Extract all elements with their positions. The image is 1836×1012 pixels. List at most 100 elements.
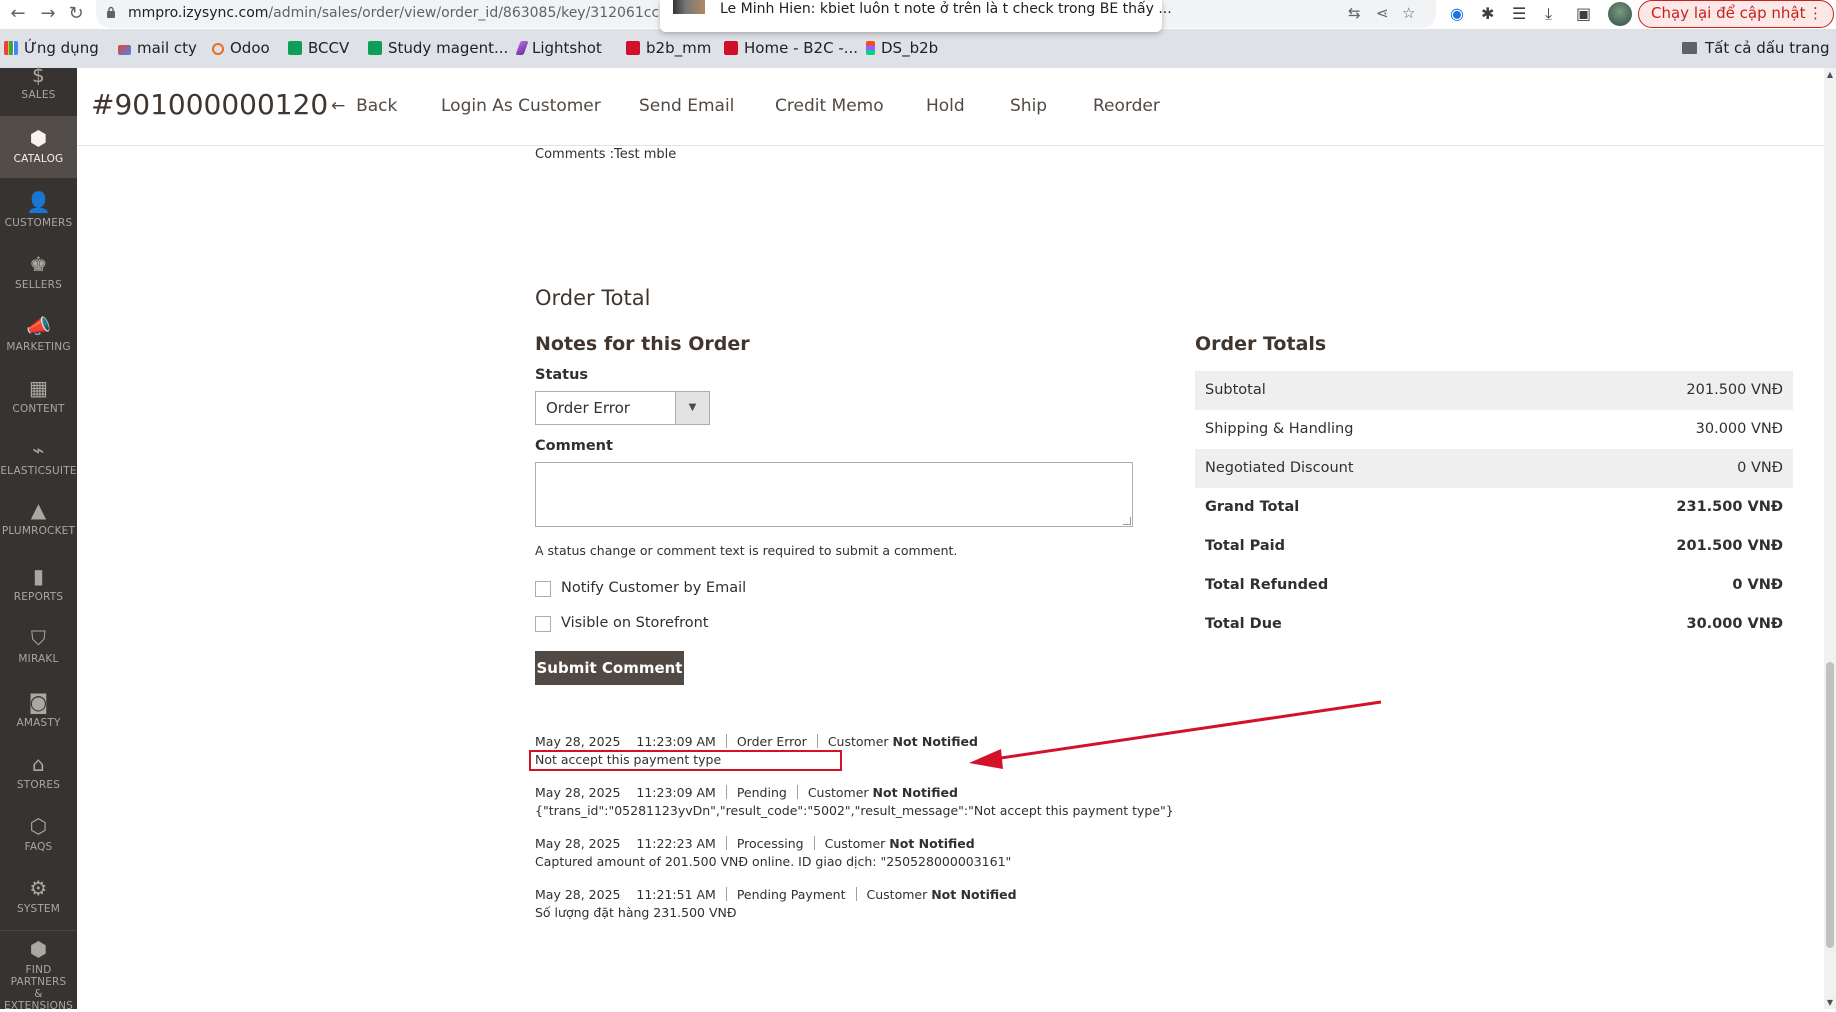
- sidebar-item-label: MARKETING: [6, 341, 71, 353]
- extension-circle-icon[interactable]: ◉: [1450, 4, 1464, 23]
- chat-notification[interactable]: Le Minh Hien: kbiet luôn t note ở trên l…: [660, 0, 1172, 32]
- bookmark-label: Home - B2C -...: [744, 39, 859, 57]
- totals-row: Shipping & Handling 30.000 VNĐ: [1195, 410, 1793, 449]
- update-button[interactable]: Chạy lại để cập nhật ⋮: [1638, 0, 1834, 28]
- sidebar-item-faqs[interactable]: ⬡ FAQS: [0, 804, 77, 862]
- sidebar-item-sellers[interactable]: ♚ SELLERS: [0, 244, 77, 302]
- history-time: 11:23:09 AM: [636, 734, 716, 749]
- credit-memo-button[interactable]: Credit Memo: [775, 96, 884, 116]
- elasticsuite-icon: ⌁: [32, 438, 45, 462]
- sidebar-item-marketing[interactable]: 📣 MARKETING: [0, 306, 77, 364]
- history-time: 11:23:09 AM: [636, 785, 716, 800]
- scroll-down-icon[interactable]: ▼: [1826, 998, 1834, 1007]
- totals-label: Negotiated Discount: [1205, 460, 1354, 476]
- status-select[interactable]: Order Error ▼: [535, 391, 710, 425]
- comment-label: Comment: [535, 438, 613, 454]
- share-icon[interactable]: ⋖: [1376, 4, 1389, 22]
- resize-handle[interactable]: [1123, 517, 1131, 525]
- sidebar-item-amasty[interactable]: ◙ AMASTY: [0, 680, 77, 738]
- page-scrollbar[interactable]: ▲ ▼: [1824, 68, 1836, 1009]
- back-arrow-icon[interactable]: ←: [6, 2, 30, 26]
- history-date: May 28, 2025: [535, 887, 621, 902]
- download-icon[interactable]: ⤓: [1545, 4, 1552, 24]
- comment-textarea[interactable]: [535, 462, 1133, 527]
- plumrocket-icon: ▲: [30, 498, 47, 522]
- sidebar-item-label: AMASTY: [16, 717, 61, 729]
- bookmark-label: mail cty: [137, 39, 197, 57]
- totals-label: Grand Total: [1205, 499, 1300, 515]
- send-email-button[interactable]: Send Email: [639, 96, 734, 116]
- sidebar-item-partners[interactable]: ⬢ FIND PARTNERS & EXTENSIONS: [0, 930, 77, 1012]
- sidebar-item-mirakl[interactable]: ⛉ MIRAKL: [0, 618, 77, 676]
- side-panel-icon[interactable]: ▣: [1576, 4, 1591, 23]
- page-actions-header: #901000000120 ← Back Login As Customer S…: [77, 68, 1824, 146]
- reorder-button[interactable]: Reorder: [1093, 96, 1160, 116]
- sidebar-item-plumrocket[interactable]: ▲ PLUMROCKET: [0, 492, 77, 550]
- bookmark-label: b2b_mm: [646, 39, 712, 57]
- sidebar-item-reports[interactable]: ▮ REPORTS: [0, 556, 77, 614]
- sidebar-item-customers[interactable]: 👤 CUSTOMERS: [0, 182, 77, 240]
- sidebar-item-label: CATALOG: [13, 153, 64, 165]
- bookmark-study[interactable]: Study magent...: [368, 39, 508, 57]
- bookmark-mail[interactable]: mail cty: [118, 39, 197, 57]
- notify-customer-checkbox[interactable]: [535, 581, 551, 597]
- sidebar-item-content[interactable]: ▦ CONTENT: [0, 368, 77, 426]
- sidebar-item-catalog[interactable]: ⬢ CATALOG: [0, 116, 77, 178]
- bookmark-lightshot[interactable]: Lightshot: [515, 39, 602, 57]
- notification-thumbnail: [673, 0, 705, 14]
- chevron-down-icon: ▼: [675, 392, 709, 424]
- star-icon[interactable]: ☆: [1402, 4, 1415, 22]
- totals-row: Subtotal 201.500 VNĐ: [1195, 371, 1793, 410]
- reload-icon[interactable]: ↻: [64, 2, 88, 26]
- sidebar-item-elasticsuite[interactable]: ⌁ ELASTICSUITE: [0, 430, 77, 488]
- history-entry: May 28, 2025 11:21:51 AM Pending Payment C…: [535, 887, 1017, 902]
- sidebar-item-label: STORES: [16, 779, 61, 791]
- divider: [725, 734, 727, 748]
- figma-icon: [866, 41, 875, 55]
- bookmark-odoo[interactable]: Odoo: [212, 39, 270, 57]
- submit-comment-button[interactable]: Submit Comment: [535, 651, 684, 685]
- bookmark-bccv[interactable]: BCCV: [288, 39, 349, 57]
- history-notified: Not Notified: [872, 785, 958, 800]
- hold-button[interactable]: Hold: [926, 96, 965, 116]
- notify-customer-label[interactable]: Notify Customer by Email: [561, 580, 746, 596]
- scroll-up-icon[interactable]: ▲: [1826, 70, 1834, 79]
- profile-avatar[interactable]: [1608, 2, 1632, 26]
- cube-icon: ⬢: [29, 126, 48, 150]
- reading-list-icon[interactable]: ☰: [1512, 4, 1526, 23]
- visible-storefront-label[interactable]: Visible on Storefront: [561, 615, 708, 631]
- totals-row: Total Refunded 0 VNĐ: [1195, 566, 1793, 605]
- order-totals-title: Order Totals: [1195, 333, 1327, 355]
- login-as-customer-button[interactable]: Login As Customer: [441, 96, 601, 116]
- translate-icon[interactable]: ⇆: [1348, 4, 1361, 22]
- kebab-menu-icon: ⋮: [1808, 4, 1823, 22]
- visible-storefront-checkbox[interactable]: [535, 616, 551, 632]
- ship-button[interactable]: Ship: [1010, 96, 1047, 116]
- history-entry: May 28, 2025 11:22:23 AM Processing Custom…: [535, 836, 975, 851]
- bookmark-b2b[interactable]: b2b_mm: [626, 39, 711, 57]
- sidebar-item-stores[interactable]: ⌂ STORES: [0, 742, 77, 800]
- previous-comment: Comments :Test mble: [535, 147, 677, 162]
- order-totals-table: Subtotal 201.500 VNĐ Shipping & Handling 3…: [1195, 371, 1793, 644]
- gear-icon: ⚙: [29, 876, 48, 900]
- all-bookmarks[interactable]: Tất cả dấu trang: [1682, 39, 1829, 57]
- bookmark-apps[interactable]: Ứng dụng: [4, 39, 99, 57]
- bookmark-ds-b2b[interactable]: DS_b2b: [866, 39, 938, 57]
- scrollbar-thumb[interactable]: [1826, 662, 1834, 948]
- bookmarks-bar: Ứng dụng mail cty Odoo BCCV Study magent…: [0, 36, 1836, 62]
- sidebar-item-sales[interactable]: $ SALES: [0, 65, 77, 108]
- history-date: May 28, 2025: [535, 734, 621, 749]
- bookmark-home-b2c[interactable]: Home - B2C -...: [724, 39, 858, 57]
- history-status: Processing: [736, 836, 804, 851]
- puzzle-icon[interactable]: ✱: [1481, 4, 1494, 23]
- totals-value: 201.500 VNĐ: [1676, 538, 1783, 554]
- forward-arrow-icon[interactable]: →: [36, 2, 60, 26]
- divider: [855, 887, 857, 901]
- history-message: Số lượng đặt hàng 231.500 VNĐ: [535, 905, 737, 920]
- sidebar-item-system[interactable]: ⚙ SYSTEM: [0, 866, 77, 924]
- back-button[interactable]: ← Back: [331, 96, 397, 116]
- seller-icon: ♚: [29, 252, 48, 276]
- sidebar-item-label: MIRAKL: [18, 653, 59, 665]
- totals-value: 0 VNĐ: [1737, 460, 1783, 476]
- divider: [725, 887, 727, 901]
